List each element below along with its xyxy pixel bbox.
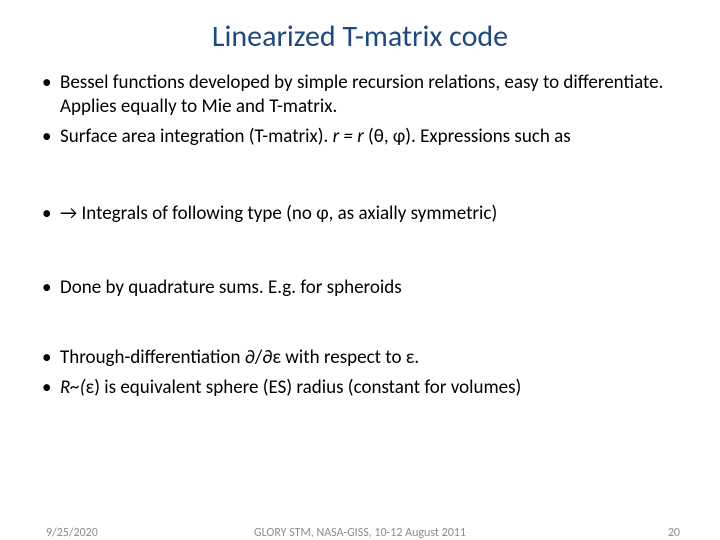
bullet-1: Bessel functions developed by simple rec… xyxy=(40,71,680,119)
bullet-5-pre: Through-differentiation xyxy=(60,346,245,369)
equation-2 xyxy=(40,232,680,276)
equation-1 xyxy=(40,154,680,202)
bullet-2-paren: (θ, φ). xyxy=(368,125,420,148)
bullet-list-4: Through-differentiation ∂/∂ε with respec… xyxy=(40,346,680,400)
bullet-3-phi: φ xyxy=(316,202,328,225)
bullet-5: Through-differentiation ∂/∂ε with respec… xyxy=(40,346,680,370)
bullet-5-mid2: with respect to xyxy=(281,346,406,369)
bullet-4: Done by quadrature sums. E.g. for sphero… xyxy=(40,276,680,300)
bullet-5-mid: ∂/∂ε xyxy=(245,346,281,369)
bullet-2-text-b: Expressions such as xyxy=(420,125,571,148)
bullet-6-post: ) is equivalent sphere (ES) radius (cons… xyxy=(94,376,521,399)
bullet-5-eps: ε. xyxy=(406,346,419,369)
equation-3 xyxy=(40,306,680,346)
bullet-2-r: r = r xyxy=(333,125,368,148)
bullet-6-eps: ε xyxy=(86,376,95,399)
bullet-list: Bessel functions developed by simple rec… xyxy=(40,71,680,148)
bullet-2: Surface area integration (T-matrix). r =… xyxy=(40,125,680,149)
bullet-2-text-a: Surface area integration (T-matrix). xyxy=(60,125,333,148)
slide-title: Linearized T-matrix code xyxy=(40,18,680,55)
bullet-list-2: → Integrals of following type (no φ, as … xyxy=(40,202,680,226)
bullet-6: R~(ε) is equivalent sphere (ES) radius (… xyxy=(40,376,680,400)
bullet-3-pre: → Integrals of following type (no xyxy=(60,202,316,225)
footer-page-number: 20 xyxy=(668,526,680,540)
footer-center: GLORY STM, NASA-GISS, 10-12 August 2011 xyxy=(0,526,720,540)
bullet-3-post: , as axially symmetric) xyxy=(329,202,498,225)
bullet-3: → Integrals of following type (no φ, as … xyxy=(40,202,680,226)
bullet-list-3: Done by quadrature sums. E.g. for sphero… xyxy=(40,276,680,300)
bullet-6-pre: R~( xyxy=(60,376,86,399)
